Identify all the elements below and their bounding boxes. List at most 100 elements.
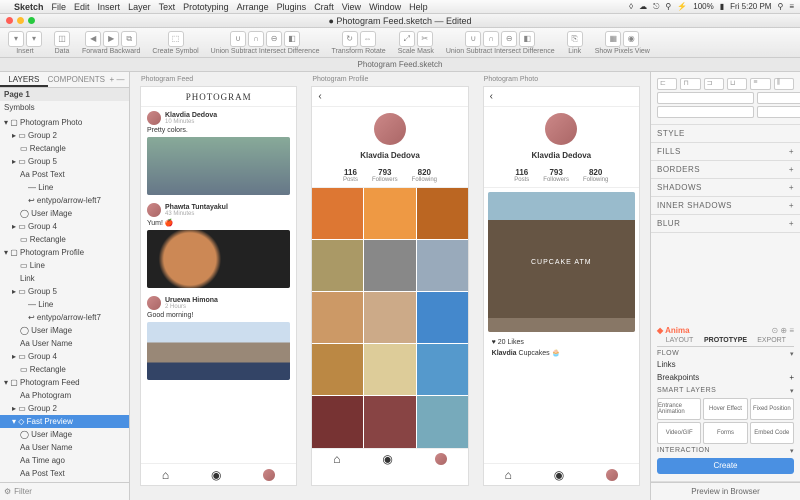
grid-photo[interactable] [364, 344, 415, 395]
menu-file[interactable]: File [52, 2, 67, 12]
layer-row[interactable]: ↩ entypo/arrow-left7 [0, 194, 129, 207]
tab-prototype[interactable]: PROTOTYPE [702, 335, 749, 346]
profile-icon[interactable] [435, 453, 447, 465]
smart-layer-button[interactable]: Embed Code [750, 422, 794, 444]
layer-row[interactable]: ▸ ▭ Group 2 [0, 129, 129, 142]
tab-layers[interactable]: LAYERS [0, 72, 48, 87]
align-btn[interactable]: ⊐ [704, 78, 724, 90]
smart-layer-button[interactable]: Video/GIF [657, 422, 701, 444]
toolbar-button[interactable]: ∩ [248, 31, 264, 47]
grid-photo[interactable] [312, 240, 363, 291]
toolbar-button[interactable]: ⇔ [360, 31, 376, 47]
menu-text[interactable]: Text [159, 2, 176, 12]
layer-row[interactable]: ◯ User iMage [0, 207, 129, 220]
layer-row[interactable]: Aa User Name [0, 337, 129, 350]
menu-window[interactable]: Window [369, 2, 401, 12]
artboard-feed[interactable]: Photogram Feed PHOTOGRAM Klavdia Dedova1… [140, 86, 297, 486]
grid-photo[interactable] [312, 292, 363, 343]
profile-icon[interactable] [606, 469, 618, 481]
toolbar-button[interactable]: ◉ [623, 31, 639, 47]
blur-header[interactable]: Blur [657, 219, 680, 228]
stat[interactable]: 820Following [583, 168, 608, 183]
grid-photo[interactable] [364, 292, 415, 343]
align-btn[interactable]: ⊏ [657, 78, 677, 90]
align-btn[interactable]: ⫼ [774, 78, 794, 90]
zoom-icon[interactable] [28, 17, 35, 24]
toolbar-button[interactable]: ▾ [8, 31, 24, 47]
menu-help[interactable]: Help [409, 2, 428, 12]
links-row[interactable]: Links [657, 358, 794, 371]
menu-plugins[interactable]: Plugins [277, 2, 307, 12]
layer-row[interactable]: Aa Post Text [0, 467, 129, 480]
add-icon[interactable]: + [789, 183, 794, 192]
smart-layer-button[interactable]: Forms [703, 422, 747, 444]
x-input[interactable] [657, 92, 754, 104]
back-icon[interactable]: ‹ [490, 91, 494, 102]
inner-shadows-header[interactable]: Inner Shadows [657, 201, 732, 210]
toolbar-button[interactable]: ◀ [85, 31, 101, 47]
home-icon[interactable]: ⌂ [162, 468, 169, 482]
toolbar-button[interactable]: ◧ [284, 31, 300, 47]
w-input[interactable] [657, 106, 754, 118]
clock[interactable]: Fri 5:20 PM [730, 2, 771, 11]
smart-layer-button[interactable]: Entrance Animation [657, 398, 701, 420]
layer-row[interactable]: ▭ Rectangle [0, 142, 129, 155]
menu-prototyping[interactable]: Prototyping [183, 2, 229, 12]
wifi-icon[interactable]: ⚡ [677, 2, 687, 11]
status-icon[interactable]: ☁ [639, 2, 647, 11]
close-icon[interactable] [6, 17, 13, 24]
layer-row[interactable]: — Line [0, 298, 129, 311]
menu-edit[interactable]: Edit [74, 2, 90, 12]
status-icon[interactable]: ◊ [629, 2, 633, 11]
stat[interactable]: 820Following [412, 168, 437, 183]
symbols-row[interactable]: Symbols [0, 101, 129, 114]
preview-button[interactable]: Preview in Browser [651, 482, 800, 500]
layer-row[interactable]: ▭ Rectangle [0, 363, 129, 376]
menu-view[interactable]: View [342, 2, 361, 12]
filter-input[interactable]: ⚙ Filter [0, 482, 129, 500]
artboard-photo[interactable]: Photogram Photo ‹ Klavdia Dedova 116Post… [483, 86, 640, 486]
toolbar-button[interactable]: ▾ [26, 31, 42, 47]
toolbar-button[interactable]: ⤢ [399, 31, 415, 47]
menu-arrange[interactable]: Arrange [237, 2, 269, 12]
smart-layer-button[interactable]: Hover Effect [703, 398, 747, 420]
fills-header[interactable]: Fills [657, 147, 681, 156]
toolbar-button[interactable]: ◧ [519, 31, 535, 47]
toolbar-button[interactable]: ⊖ [501, 31, 517, 47]
tab-components[interactable]: COMPONENTS [48, 72, 105, 87]
grid-photo[interactable] [312, 344, 363, 395]
align-btn[interactable]: ⊔ [727, 78, 747, 90]
add-page-button[interactable]: + — [105, 72, 129, 87]
page-name[interactable]: Page 1 [4, 90, 30, 99]
toolbar-button[interactable]: ∩ [483, 31, 499, 47]
layer-row[interactable]: ▸ ▭ Group 2 [0, 402, 129, 415]
toolbar-button[interactable]: ▶ [103, 31, 119, 47]
grid-photo[interactable] [417, 396, 468, 447]
layer-row[interactable]: Aa Post Text [0, 168, 129, 181]
layer-row[interactable]: ▸ ▭ Group 5 [0, 155, 129, 168]
toolbar-button[interactable]: ⬚ [168, 31, 184, 47]
stat[interactable]: 116Posts [343, 168, 358, 183]
grid-photo[interactable] [364, 240, 415, 291]
toolbar-button[interactable]: ↻ [342, 31, 358, 47]
grid-photo[interactable] [312, 396, 363, 447]
stat[interactable]: 793Followers [372, 168, 398, 183]
smart-layer-button[interactable]: Fixed Position [750, 398, 794, 420]
align-btn[interactable]: ≡ [750, 78, 770, 90]
layer-row[interactable]: Aa User Name [0, 441, 129, 454]
likes-row[interactable]: ♥ 20 Likes [484, 336, 639, 349]
layer-row[interactable]: Aa Time ago [0, 454, 129, 467]
camera-icon[interactable]: ◉ [382, 452, 392, 466]
back-icon[interactable]: ‹ [318, 91, 322, 102]
layer-row[interactable]: — Line [0, 181, 129, 194]
artboard-profile[interactable]: Photogram Profile ‹ Klavdia Dedova 116Po… [311, 86, 468, 486]
status-icon[interactable]: ⎋ [653, 2, 659, 12]
layer-row[interactable]: ▾ ▢ Photogram Feed [0, 376, 129, 389]
toolbar-button[interactable]: ∪ [465, 31, 481, 47]
toolbar-button[interactable]: ⊖ [266, 31, 282, 47]
app-name[interactable]: Sketch [14, 2, 44, 12]
layer-row[interactable]: ▾ ◇ Fast Preview [0, 415, 129, 428]
traffic-lights[interactable] [6, 17, 35, 24]
add-icon[interactable]: + [789, 147, 794, 156]
camera-icon[interactable]: ◉ [554, 468, 564, 482]
